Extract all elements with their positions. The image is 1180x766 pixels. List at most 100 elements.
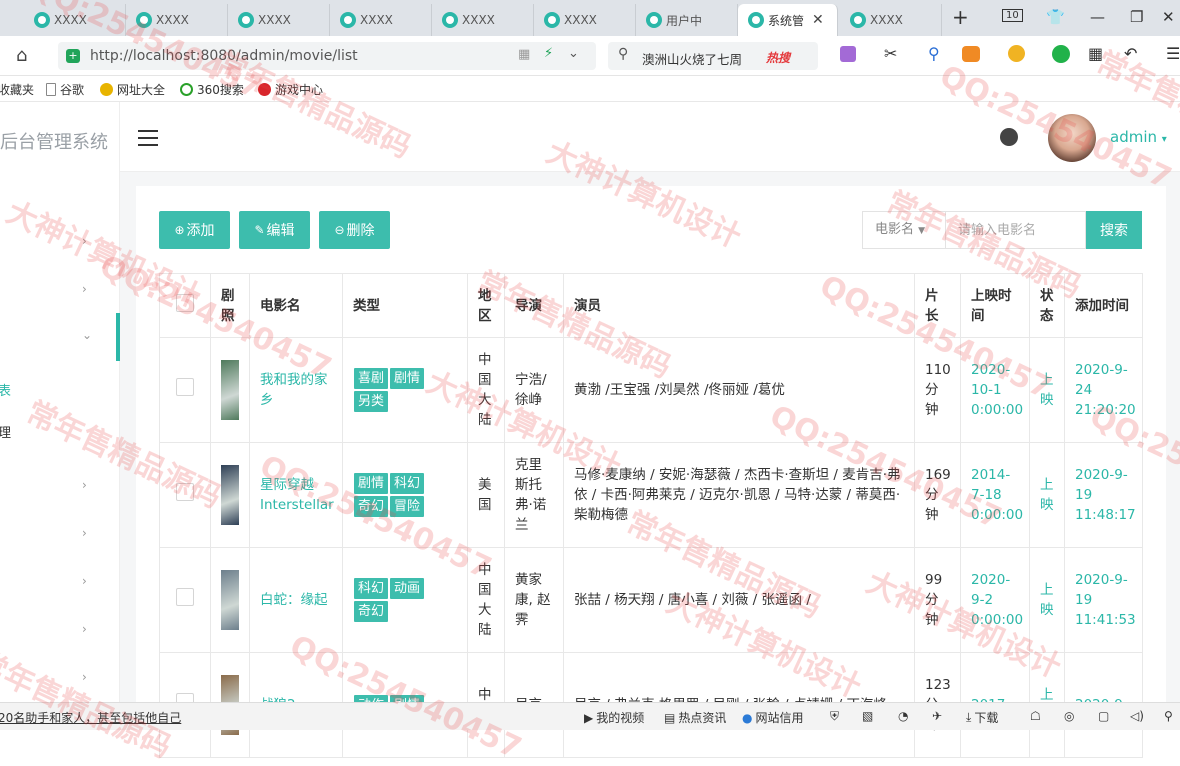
sidebar-subitem-list[interactable]: 表 (0, 380, 11, 399)
avatar[interactable] (1048, 114, 1096, 162)
director-cell: 宁浩/徐峥 (504, 337, 564, 443)
table-row[interactable]: 白蛇：缘起 科幻 动画奇幻 中国大陆 黄家康, 赵霁 张喆 / 杨天翔 / 唐小喜 / 刘… (159, 547, 1143, 653)
chevron-right-icon[interactable]: › (82, 282, 87, 296)
browser-tab[interactable]: XXXX (432, 4, 534, 36)
extension-icon[interactable] (1052, 45, 1070, 63)
drop-icon: ● (742, 710, 753, 725)
browser-tab[interactable]: XXXX (126, 4, 228, 36)
add-button[interactable]: ⊕ 添加 (159, 211, 230, 249)
movie-name-link[interactable]: 我和我的家乡 (249, 337, 343, 443)
browser-tab[interactable]: XXXX (534, 4, 636, 36)
palette-icon[interactable] (1000, 128, 1018, 146)
row-checkbox[interactable] (176, 378, 194, 396)
clock-icon[interactable]: ◔ (898, 709, 908, 723)
chevron-down-icon[interactable]: ⌄ (568, 46, 579, 61)
browser-tab-bar: XXXX XXXX XXXX XXXX XXXX XXXX 用户中 系统管 ✕ X… (0, 0, 1180, 36)
game-center-icon (258, 83, 271, 96)
minimize-icon[interactable]: — (1090, 8, 1105, 26)
magnifier-icon[interactable]: ⚲ (928, 44, 940, 63)
document-icon (46, 83, 56, 96)
shirt-icon[interactable]: 👕 (1046, 8, 1065, 26)
row-checkbox[interactable] (176, 588, 194, 606)
browser-tab[interactable]: XXXX (840, 4, 942, 36)
column-header: 剧照 (210, 273, 250, 338)
select-cell (159, 442, 211, 548)
search-button[interactable]: 搜索 (1086, 211, 1142, 249)
bookmark-item[interactable]: 网址大全 (100, 81, 165, 98)
column-header: 类型 (342, 273, 468, 338)
status-item[interactable]: ▶ 我的视频 (584, 709, 644, 726)
movie-name-link[interactable]: 白蛇：缘起 (249, 547, 343, 653)
caret-down-icon: ▼ (918, 226, 926, 236)
undo-icon[interactable]: ↶ (1124, 44, 1137, 63)
bookmark-item[interactable]: 谷歌 (46, 81, 84, 98)
close-icon[interactable]: ✕ (812, 12, 824, 28)
movie-poster[interactable] (221, 465, 239, 525)
chat-icon[interactable]: ◎ (1064, 709, 1074, 723)
site-icon (442, 12, 458, 28)
browser-tab[interactable]: XXXX (228, 4, 330, 36)
admin-user-menu[interactable]: admin ▾ (1110, 128, 1167, 146)
bookmark-item[interactable]: 游戏中心 (258, 81, 323, 98)
chevron-right-icon[interactable]: › (82, 622, 87, 636)
chevron-down-icon[interactable]: ⌄ (82, 328, 92, 342)
site-icon (850, 12, 866, 28)
movie-poster[interactable] (221, 360, 239, 420)
browser-tab-active[interactable]: 系统管 ✕ (738, 4, 838, 36)
row-checkbox[interactable] (176, 483, 194, 501)
genre-tag: 剧情 (354, 473, 389, 494)
bookmark-item[interactable]: 收藏夹 (0, 81, 34, 98)
close-window-icon[interactable]: ✕ (1162, 8, 1175, 26)
new-tab-plus-icon[interactable]: + (952, 5, 969, 29)
bookmark-item[interactable]: 360搜索 (180, 81, 244, 98)
genre-cell: 喜剧 剧情另类 (342, 337, 468, 443)
translate-icon[interactable] (840, 46, 856, 62)
movie-poster[interactable] (221, 570, 239, 630)
sidebar-subitem-manage[interactable]: 理 (0, 422, 11, 441)
shield-icon[interactable]: ⛨ (830, 709, 839, 724)
tab-count-badge[interactable]: 10 (1002, 9, 1023, 22)
browser-tab[interactable]: 用户中 (636, 4, 738, 36)
news-ticker[interactable]: 20名助手和家人，甚至包括他自己 (0, 709, 181, 726)
browser-tab[interactable]: XXXX (24, 4, 126, 36)
apps-grid-icon[interactable]: ▦ (1088, 44, 1103, 63)
browser-search-field[interactable]: ⚲ 澳洲山火烧了七周 热搜 (608, 42, 818, 70)
table-row[interactable]: 星际穿越 Interstellar 剧情 科幻奇幻 冒险 美国 克里斯托弗·诺兰 马修·麦康… (159, 442, 1143, 548)
search-icon[interactable]: ⚲ (1164, 709, 1173, 723)
chevron-right-icon[interactable]: › (82, 526, 87, 540)
movie-name-link[interactable]: 星际穿越 Interstellar (249, 442, 343, 548)
scissors-icon[interactable]: ✂ (884, 44, 897, 63)
movie-search-input[interactable] (946, 211, 1086, 249)
select-all-checkbox[interactable] (176, 293, 194, 312)
speaker-icon[interactable]: ◁) (1130, 709, 1144, 723)
rocket-icon[interactable]: ✈ (932, 709, 942, 723)
edit-button[interactable]: ✎ 编辑 (239, 211, 310, 249)
hamburger-menu-icon[interactable] (138, 130, 158, 151)
site-icon (748, 12, 764, 28)
status-item[interactable]: ⤓ 下载 (966, 709, 998, 726)
lightning-icon[interactable]: ⚡ (544, 46, 553, 61)
chevron-right-icon[interactable]: › (82, 574, 87, 588)
search-field-select[interactable]: 电影名 ▼ (862, 211, 946, 249)
grid-icon[interactable]: ▦ (518, 47, 530, 62)
chevron-right-icon[interactable]: › (82, 478, 87, 492)
game-icon[interactable] (962, 46, 980, 62)
menu-icon[interactable]: ☰ (1166, 44, 1180, 63)
home-icon[interactable]: ⌂ (16, 45, 27, 66)
chevron-right-icon[interactable]: › (82, 234, 87, 248)
image-icon[interactable]: ▧ (862, 709, 873, 723)
games-icon[interactable]: ☖ (1030, 709, 1041, 723)
url-field[interactable]: + http://localhost:8080/admin/movie/list… (58, 42, 596, 70)
window-icon[interactable]: ▢ (1098, 709, 1109, 723)
region-cell: 中国大陆 (467, 337, 505, 443)
maximize-icon[interactable]: ❐ (1130, 8, 1143, 26)
status-item[interactable]: ▤ 热点资讯 (664, 709, 726, 726)
delete-button[interactable]: ⊖ 删除 (319, 211, 390, 249)
browser-tab[interactable]: XXXX (330, 4, 432, 36)
region-cell: 中国大陆 (467, 547, 505, 653)
chevron-right-icon[interactable]: › (82, 670, 87, 684)
coin-icon[interactable] (1008, 45, 1025, 62)
table-row[interactable]: 我和我的家乡 喜剧 剧情另类 中国大陆 宁浩/徐峥 黄渤 /王宝强 /刘昊然 /佟丽娅 /… (159, 337, 1143, 443)
added-time-cell: 2020-9-24 21:20:20 (1064, 337, 1143, 443)
status-item[interactable]: ● 网站信用 (742, 709, 804, 726)
